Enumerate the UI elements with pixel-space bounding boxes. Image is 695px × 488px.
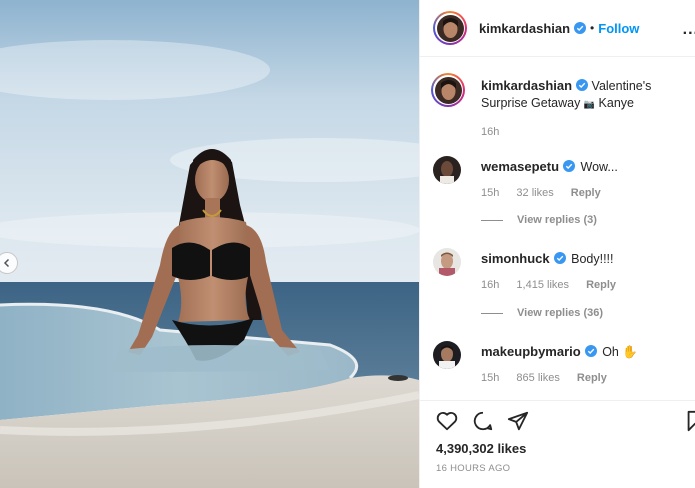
comment-body: wemasepetu Wow... 15h 32 likes Reply [481,158,691,202]
hand-emoji: ✋ [622,345,638,359]
comment-likes[interactable]: 1,415 likes [516,279,569,291]
commenter-avatar[interactable] [433,156,461,184]
view-replies-line [481,219,503,221]
comment-username[interactable]: makeupbymario [481,344,581,359]
comments-list[interactable]: kimkardashian Valentine's Surprise Getaw… [420,57,695,400]
like-count[interactable]: 4,390,302 likes [436,441,526,456]
post-timestamp: 16 HOURS AGO [436,463,511,474]
comment-meta: 15h 865 likes Reply [481,370,691,387]
post-photo[interactable] [0,0,419,488]
verified-badge-icon [576,79,589,91]
beach-photo-image [0,0,419,488]
avatar-image [433,341,461,369]
post-header: kimkardashian • Follow ... [420,0,695,57]
view-replies-label: View replies (3) [517,214,597,226]
view-replies-label: View replies (36) [517,307,604,319]
header-separator: • [590,21,595,35]
comment-text: Oh [602,345,619,359]
avatar-image [436,14,464,42]
comment-time: 15h [481,187,500,199]
comment-text: Wow... [580,160,618,174]
comment-likes[interactable]: 32 likes [516,187,553,199]
verified-badge-icon [574,22,587,34]
view-replies-line [481,312,503,314]
comment-time: 15h [481,372,500,384]
follow-button[interactable]: Follow [598,21,639,36]
comment-text: Body!!!! [571,252,614,266]
camera-emoji: 📷 [583,99,596,109]
caption-body: kimkardashian Valentine's Surprise Getaw… [481,77,691,141]
comment-username[interactable]: wemasepetu [481,159,559,174]
header-user-line: kimkardashian • Follow [479,21,639,36]
comment-body: makeupbymario Oh ✋ 15h 865 likes Reply [481,343,691,387]
avatar-image [433,248,461,276]
comment-icon[interactable] [472,410,494,432]
like-heart-icon[interactable] [436,410,458,432]
verified-badge-icon [553,252,566,264]
view-replies-button[interactable]: View replies (3) [481,214,597,226]
caption-time: 16h [481,126,500,138]
chevron-left-icon [3,258,10,268]
post-actions: 4,390,302 likes 16 HOURS AGO [420,400,695,488]
comment-meta: 16h 1,415 likes Reply [481,277,691,294]
share-icon[interactable] [507,410,529,432]
bookmark-icon[interactable] [686,410,695,432]
view-replies-button[interactable]: View replies (36) [481,307,603,319]
caption-username[interactable]: kimkardashian [481,78,572,93]
avatar-image [433,156,461,184]
comment-likes[interactable]: 865 likes [516,372,559,384]
instagram-post: kimkardashian • Follow ... [0,0,695,488]
comment-body: simonhuck Body!!!! 16h 1,415 likes Reply [481,250,691,294]
author-username[interactable]: kimkardashian [479,21,570,36]
reply-button[interactable]: Reply [577,372,607,384]
avatar-image [434,76,462,104]
caption-meta: 16h [481,124,691,141]
caption-avatar[interactable] [431,73,465,107]
verified-badge-icon [563,160,576,172]
commenter-avatar[interactable] [433,341,461,369]
caption-tag: Kanye [598,96,634,110]
post-side-panel: kimkardashian • Follow ... [419,0,695,488]
reply-button[interactable]: Reply [586,279,616,291]
more-options-button[interactable]: ... [683,21,695,39]
author-avatar[interactable] [433,11,467,45]
comment-meta: 15h 32 likes Reply [481,185,691,202]
reply-button[interactable]: Reply [571,187,601,199]
comment-time: 16h [481,279,500,291]
commenter-avatar[interactable] [433,248,461,276]
verified-badge-icon [584,345,597,357]
comment-username[interactable]: simonhuck [481,251,550,266]
